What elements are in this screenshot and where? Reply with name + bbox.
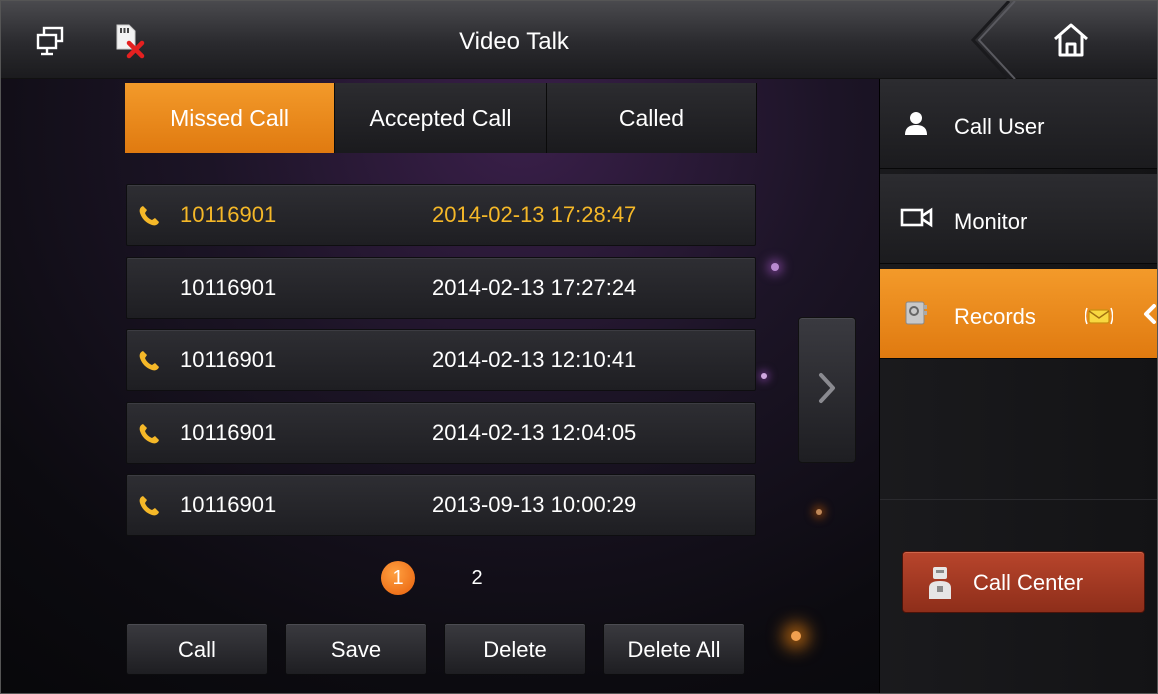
sparkle-decoration xyxy=(771,263,779,271)
phone-icon xyxy=(137,494,161,518)
record-row[interactable]: 10116901 2014-02-13 17:27:24 xyxy=(126,257,756,319)
record-row[interactable]: 10116901 2014-02-13 17:28:47 xyxy=(126,184,756,246)
page-2[interactable]: 2 xyxy=(460,561,494,595)
sparkle-decoration xyxy=(791,631,801,641)
phone-icon xyxy=(137,422,161,446)
camera-icon xyxy=(900,204,934,232)
record-time: 2014-02-13 12:10:41 xyxy=(432,347,637,372)
call-center-label: Call Center xyxy=(973,570,1084,595)
home-icon xyxy=(1051,20,1091,60)
call-button[interactable]: Call xyxy=(126,623,268,675)
tab-missed-call[interactable]: Missed Call xyxy=(125,83,335,153)
chevron-right-icon xyxy=(817,371,837,410)
call-center-icon xyxy=(927,566,953,600)
sparkle-decoration xyxy=(816,509,822,515)
video-talk-screen: Video Talk Missed Call Accepted Call Cal… xyxy=(0,0,1158,694)
page-1[interactable]: 1 xyxy=(381,561,415,595)
tab-called[interactable]: Called xyxy=(547,83,757,153)
record-time: 2013-09-13 10:00:29 xyxy=(432,492,637,517)
call-center-button[interactable]: Call Center xyxy=(902,551,1145,613)
phone-icon xyxy=(137,349,161,373)
record-time: 2014-02-13 12:04:05 xyxy=(432,420,637,445)
record-number: 10116901 xyxy=(180,347,277,372)
delete-button[interactable]: Delete xyxy=(444,623,586,675)
page-title: Video Talk xyxy=(459,28,569,55)
record-number: 10116901 xyxy=(180,202,277,227)
delete-all-button[interactable]: Delete All xyxy=(603,623,745,675)
sidebar-item-label: Monitor xyxy=(954,209,1028,234)
sidebar-divider xyxy=(880,499,1157,500)
chevron-left-icon xyxy=(1142,303,1157,330)
record-number: 10116901 xyxy=(180,275,277,300)
sidebar: Call User Monitor Records Call Center xyxy=(879,79,1157,693)
envelope-icon xyxy=(1084,306,1114,326)
record-time: 2014-02-13 17:27:24 xyxy=(432,275,637,300)
sidebar-item-call-user[interactable]: Call User xyxy=(880,79,1157,169)
top-bar: Video Talk xyxy=(1,1,1157,79)
user-icon xyxy=(902,109,930,137)
record-number: 10116901 xyxy=(180,492,277,517)
record-number: 10116901 xyxy=(180,420,277,445)
sidebar-item-monitor[interactable]: Monitor xyxy=(880,174,1157,264)
call-record-tabs: Missed Call Accepted Call Called xyxy=(125,83,757,153)
home-button[interactable] xyxy=(969,1,1157,79)
record-row[interactable]: 10116901 2014-02-13 12:10:41 xyxy=(126,329,756,391)
next-page-button[interactable] xyxy=(798,317,856,463)
sidebar-item-records[interactable]: Records xyxy=(880,269,1157,359)
sidebar-item-label: Call User xyxy=(954,114,1045,139)
record-row[interactable]: 10116901 2013-09-13 10:00:29 xyxy=(126,474,756,536)
sparkle-decoration xyxy=(761,373,767,379)
record-time: 2014-02-13 17:28:47 xyxy=(432,202,637,227)
save-button[interactable]: Save xyxy=(285,623,427,675)
phone-icon xyxy=(137,204,161,228)
record-row[interactable]: 10116901 2014-02-13 12:04:05 xyxy=(126,402,756,464)
records-icon xyxy=(902,299,930,327)
tab-accepted-call[interactable]: Accepted Call xyxy=(335,83,547,153)
sidebar-item-label: Records xyxy=(954,304,1036,329)
